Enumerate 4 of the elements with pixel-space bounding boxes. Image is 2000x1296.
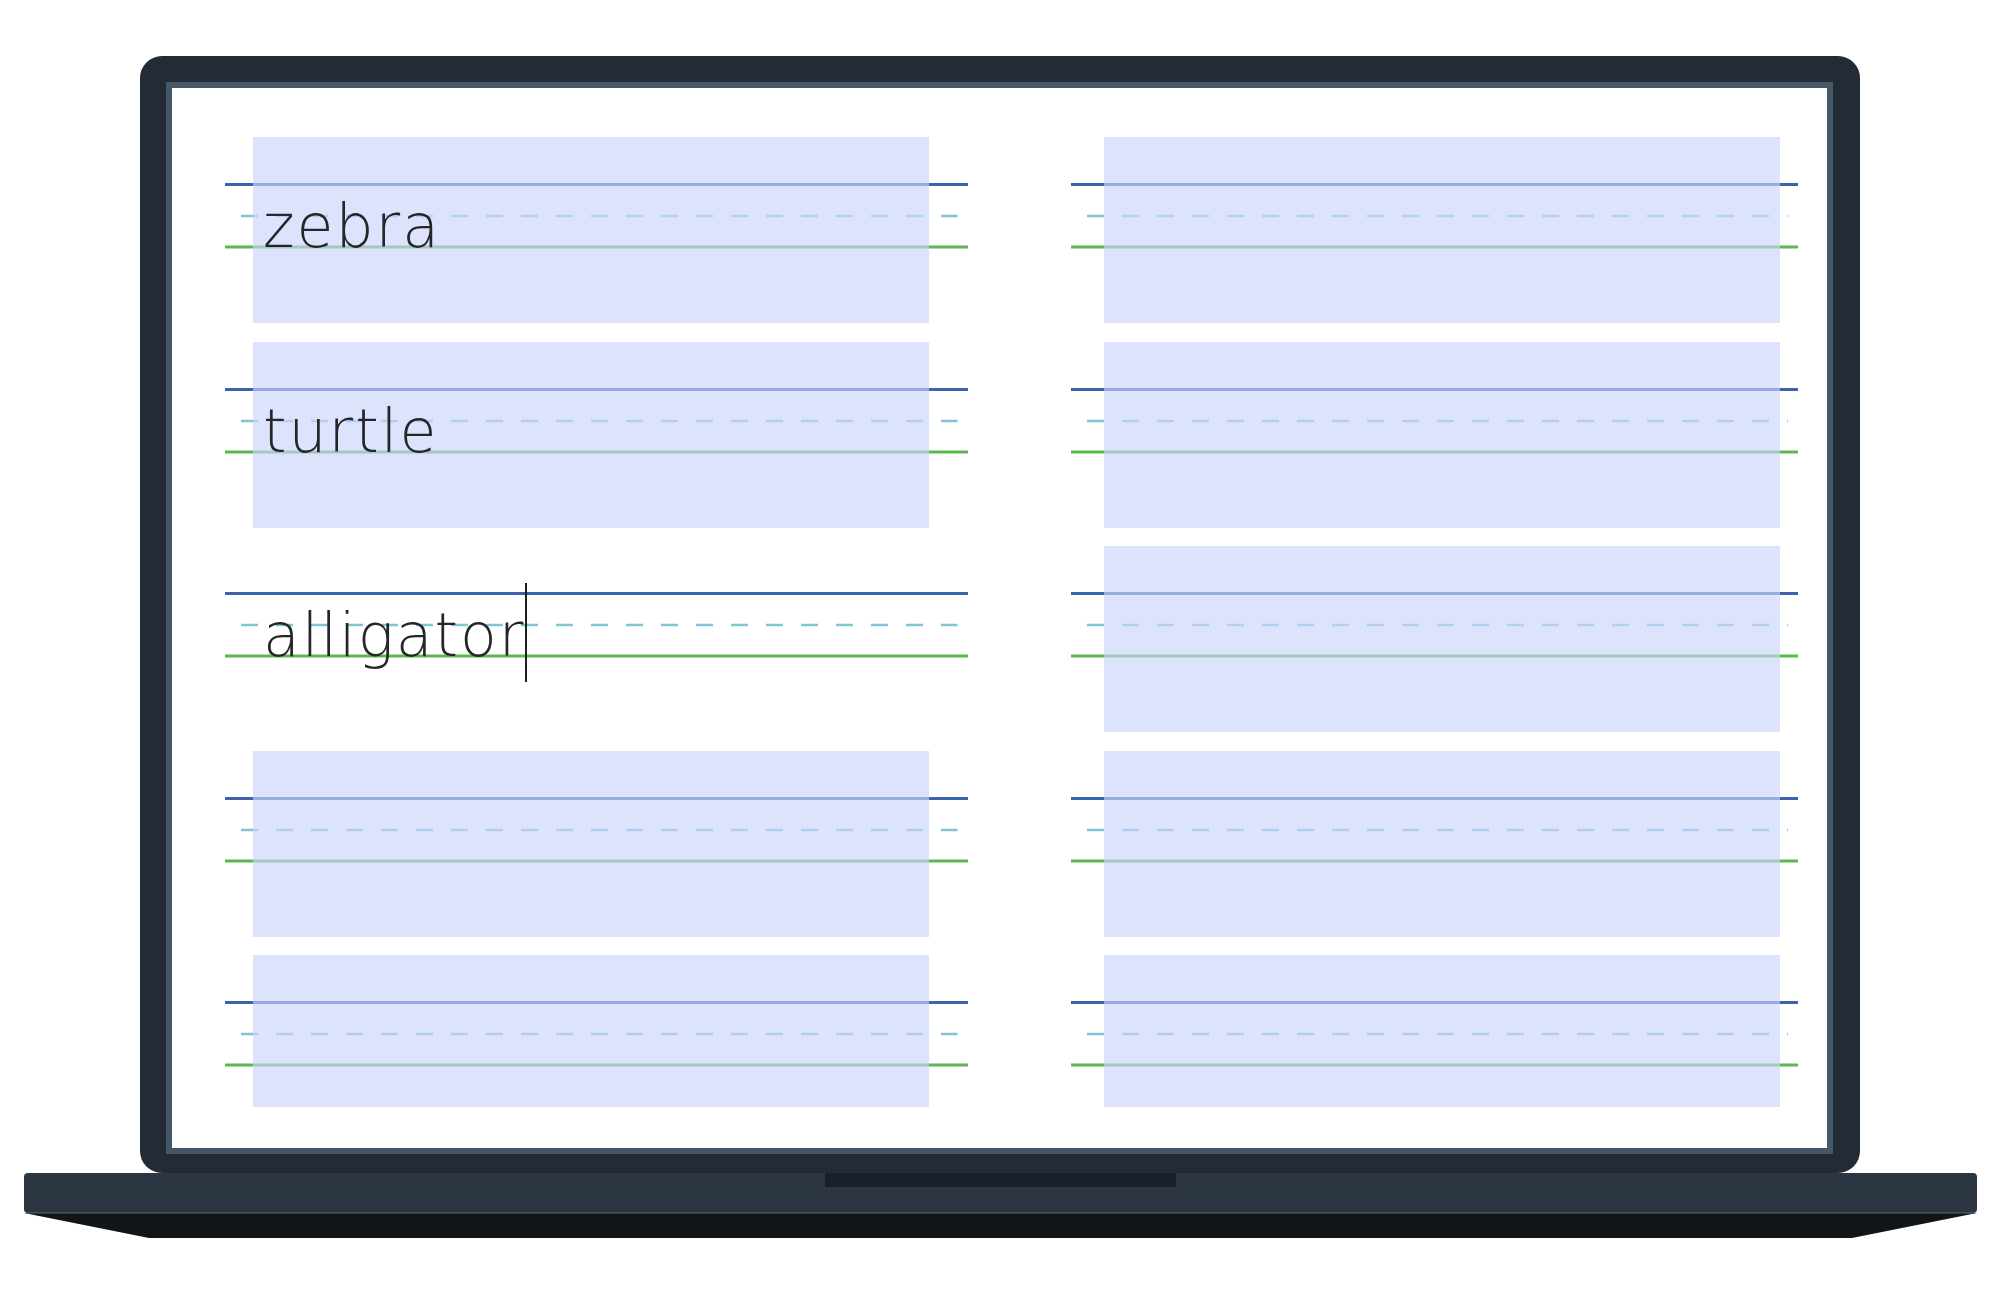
writing-line[interactable]: turtle xyxy=(225,341,968,528)
writing-line[interactable]: alligator xyxy=(225,546,968,732)
text-cursor-icon xyxy=(525,583,528,682)
writing-line[interactable]: zebra xyxy=(225,137,968,323)
